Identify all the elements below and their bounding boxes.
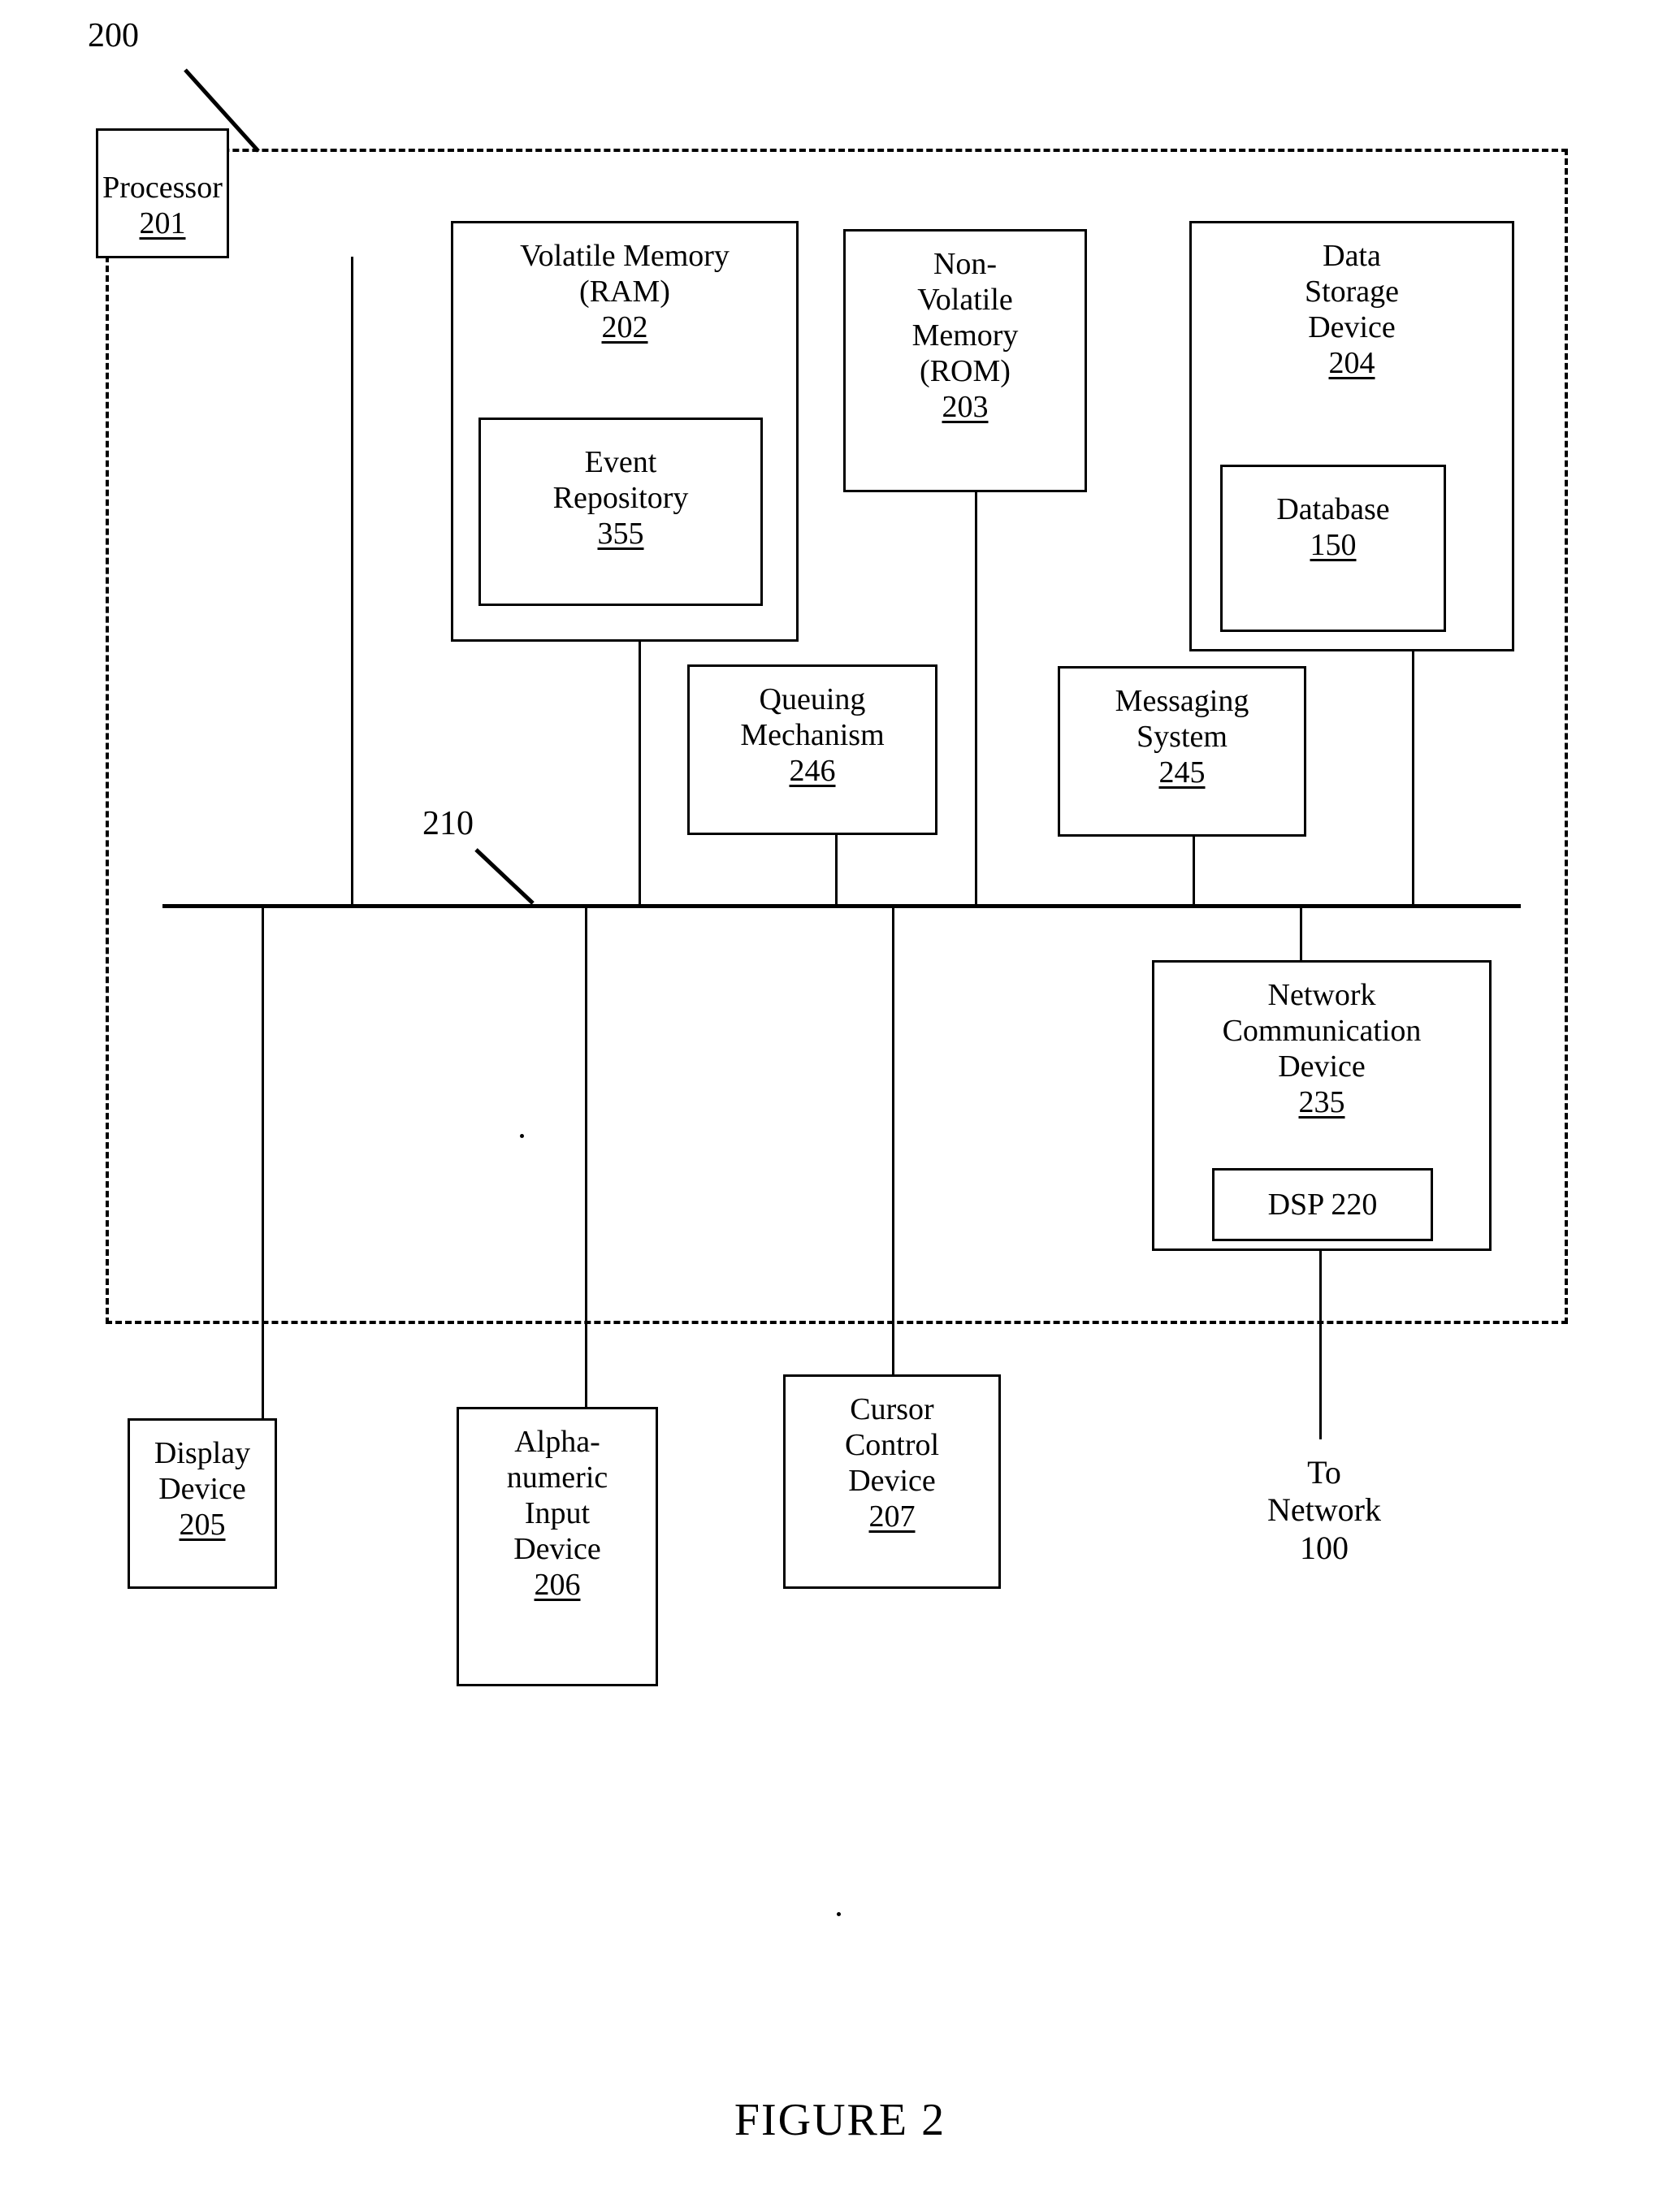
scan-speck bbox=[520, 1134, 524, 1138]
box-display-device-number: 205 bbox=[179, 1508, 226, 1543]
box-database-label: Database bbox=[1276, 492, 1390, 526]
box-processor-label: Processor bbox=[102, 171, 223, 205]
box-queuing-mechanism-number: 246 bbox=[789, 754, 836, 789]
box-nonvolatile-memory[interactable]: Non- Volatile Memory (ROM) 203 bbox=[843, 229, 1087, 492]
connector-bus-network-device bbox=[1300, 907, 1302, 962]
box-database[interactable]: Database 150 bbox=[1220, 465, 1446, 632]
box-data-storage-device-label: Data Storage Device bbox=[1304, 239, 1400, 345]
scan-speck bbox=[837, 1912, 841, 1916]
box-processor[interactable]: Processor 201 bbox=[96, 128, 229, 258]
system-reference-numeral: 200 bbox=[88, 17, 139, 54]
box-cursor-control-device[interactable]: Cursor Control Device 207 bbox=[783, 1374, 1001, 1589]
connector-processor-bus bbox=[351, 257, 353, 907]
connector-messaging-bus bbox=[1193, 837, 1195, 907]
figure-caption: FIGURE 2 bbox=[734, 2095, 946, 2145]
box-database-number: 150 bbox=[1310, 528, 1357, 563]
connector-data-storage-bus bbox=[1412, 650, 1414, 907]
box-queuing-mechanism-label: Queuing Mechanism bbox=[740, 682, 885, 753]
box-messaging-system-label: Messaging System bbox=[1115, 684, 1249, 755]
bus-reference-leader bbox=[474, 848, 535, 905]
box-alphanumeric-input-device-label: Alpha- numeric Input Device bbox=[506, 1425, 608, 1567]
box-cursor-control-device-number: 207 bbox=[868, 1499, 916, 1534]
figure-canvas: 200 210 Processor 201 Volatile Memory (R… bbox=[0, 0, 1680, 2194]
box-dsp-label: DSP 220 bbox=[1267, 1187, 1378, 1222]
box-processor-number: 201 bbox=[139, 206, 186, 241]
connector-bus-cursor bbox=[892, 907, 894, 1376]
box-network-communication-device-label: Network Communication Device bbox=[1222, 978, 1422, 1084]
box-messaging-system[interactable]: Messaging System 245 bbox=[1058, 666, 1306, 837]
bus-reference-numeral: 210 bbox=[422, 805, 474, 842]
box-queuing-mechanism[interactable]: Queuing Mechanism 246 bbox=[687, 664, 937, 835]
connector-queuing-bus bbox=[835, 833, 838, 907]
box-cursor-control-device-label: Cursor Control Device bbox=[844, 1392, 940, 1499]
box-data-storage-device-number: 204 bbox=[1328, 346, 1375, 381]
box-event-repository[interactable]: Event Repository 355 bbox=[478, 418, 763, 606]
connector-nonvolatile-memory-bus bbox=[975, 491, 977, 907]
box-nonvolatile-memory-number: 203 bbox=[942, 390, 989, 425]
box-alphanumeric-input-device-number: 206 bbox=[534, 1568, 581, 1603]
box-messaging-system-number: 245 bbox=[1158, 755, 1206, 790]
box-nonvolatile-memory-label: Non- Volatile Memory (ROM) bbox=[911, 247, 1019, 389]
system-bus-line bbox=[162, 904, 1521, 908]
box-display-device-label: Display Device bbox=[154, 1436, 251, 1507]
box-volatile-memory-number: 202 bbox=[601, 310, 648, 345]
box-display-device[interactable]: Display Device 205 bbox=[128, 1418, 277, 1589]
connector-bus-alphanumeric bbox=[585, 907, 587, 1409]
box-dsp[interactable]: DSP 220 bbox=[1212, 1168, 1433, 1241]
box-event-repository-number: 355 bbox=[597, 517, 644, 552]
to-network-annotation: To Network 100 bbox=[1267, 1454, 1381, 1566]
box-alphanumeric-input-device[interactable]: Alpha- numeric Input Device 206 bbox=[457, 1407, 658, 1686]
box-volatile-memory-label: Volatile Memory (RAM) bbox=[520, 239, 730, 309]
connector-bus-display bbox=[262, 907, 264, 1420]
connector-network-device-to-network bbox=[1319, 1251, 1322, 1439]
box-event-repository-label: Event Repository bbox=[552, 445, 689, 516]
box-network-communication-device-number: 235 bbox=[1298, 1085, 1345, 1120]
connector-volatile-memory-bus bbox=[639, 640, 641, 907]
